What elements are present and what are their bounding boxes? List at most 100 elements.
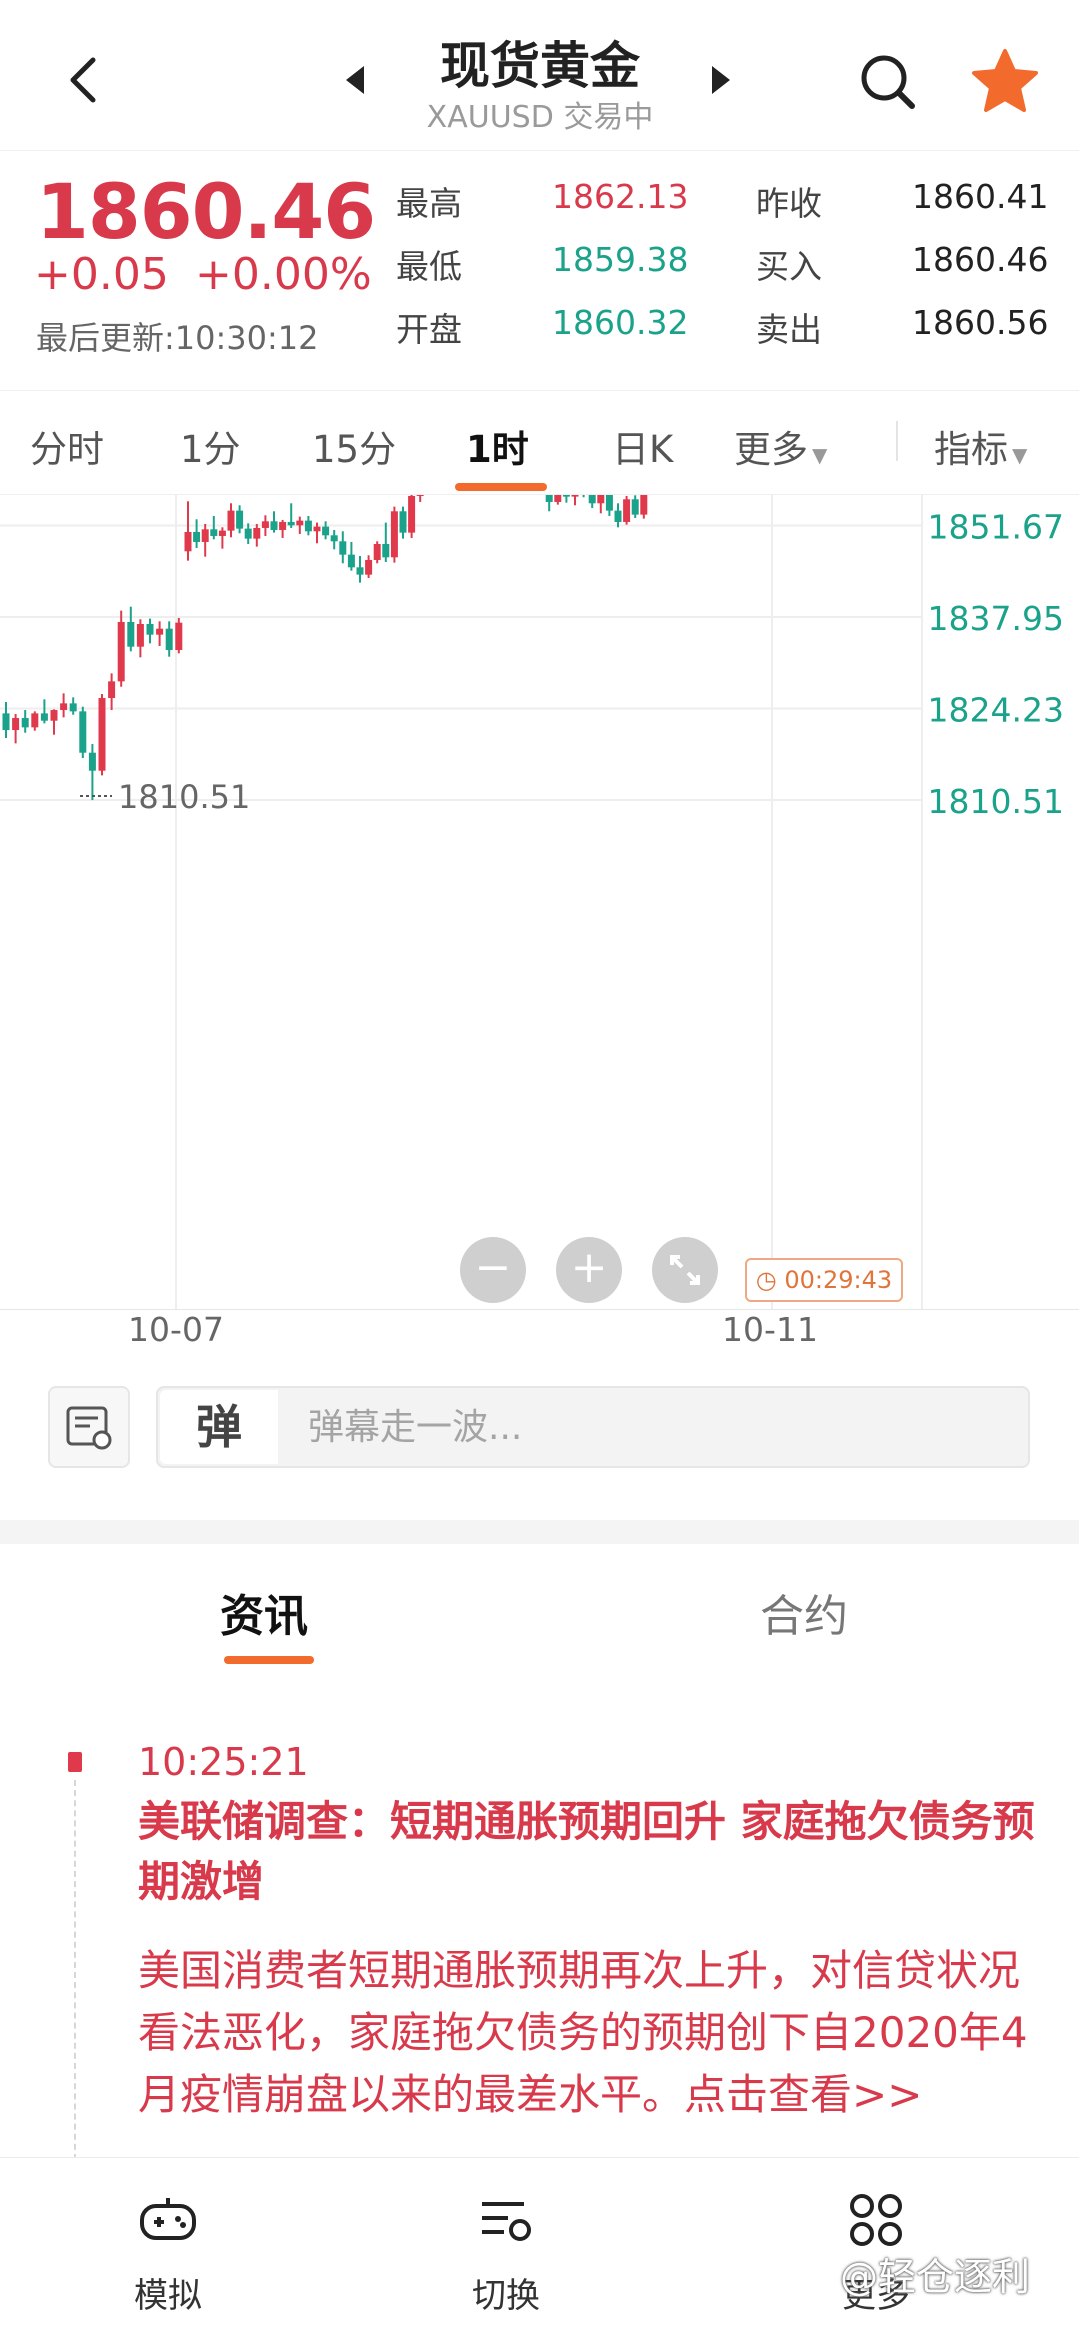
header-bar: 现货黄金 XAUUSD 交易中 (0, 0, 1079, 150)
period-tabs: 分时 1分 15分 1时 日K 更多 ▼ 指标 ▼ (0, 390, 1079, 495)
candle (261, 515, 269, 536)
candle (40, 699, 48, 724)
candle (184, 501, 192, 561)
prev-instrument-button[interactable] (340, 62, 370, 98)
candle (21, 710, 29, 733)
candlestick-chart[interactable]: 1865.391851.671837.951824.231810.511860.… (0, 495, 1079, 1310)
favorite-button[interactable] (970, 46, 1040, 116)
candle (201, 523, 209, 557)
candle (98, 694, 106, 776)
prev-close-value: 1860.41 (912, 177, 1049, 216)
candle (322, 521, 330, 540)
search-icon (861, 55, 915, 109)
tab-daily[interactable]: 日K (612, 419, 673, 473)
tab-contract[interactable]: 合约 (760, 1580, 848, 1644)
tab-news[interactable]: 资讯 (220, 1580, 308, 1644)
caret-down-icon: ▼ (1012, 443, 1028, 467)
x-tick-label: 10-11 (722, 1310, 818, 1349)
high-label: 最高 (396, 184, 462, 223)
y-axis-labels: 1865.391851.671837.951824.231810.511860.… (80, 508, 1064, 821)
y-tick-label: 1824.23 (928, 691, 1064, 730)
candle (210, 515, 218, 540)
search-button[interactable] (856, 50, 920, 114)
price-change: +0.05 (34, 249, 169, 300)
tab-more[interactable]: 更多 ▼ (734, 419, 827, 473)
candle (136, 619, 144, 658)
candles-group (2, 495, 648, 801)
next-instrument-button[interactable] (706, 62, 736, 98)
news-time: 10:25:21 (138, 1740, 309, 1784)
candle (156, 621, 164, 647)
news-body[interactable]: 美国消费者短期通胀预期再次上升，对信贷状况看法恶化，家庭拖欠债务的预期创下自20… (138, 1940, 1058, 2172)
danmaku-settings-button[interactable] (48, 1386, 130, 1468)
danmaku-icon[interactable]: 弹 (160, 1390, 278, 1464)
candle (60, 693, 68, 718)
candle (2, 702, 10, 739)
candle (79, 706, 87, 759)
candle (127, 606, 135, 652)
candle (253, 523, 261, 547)
candle (175, 618, 183, 654)
switch-icon (482, 2202, 531, 2241)
candle (279, 519, 287, 538)
candle (227, 503, 235, 538)
candle (12, 714, 20, 744)
y-tick-label: 1810.51 (928, 782, 1064, 821)
candle (554, 495, 562, 505)
star-icon (972, 49, 1038, 112)
candle (31, 711, 39, 731)
candle (365, 555, 373, 578)
ask-value: 1860.56 (912, 303, 1049, 342)
candle (270, 511, 278, 533)
danmaku-bar: 弹 (156, 1386, 1030, 1468)
candle (623, 495, 631, 525)
news-title[interactable]: 美联储调查：短期通胀预期回升 家庭拖欠债务预期激增 (138, 1792, 1038, 1912)
nav-simulate[interactable]: 模拟 (88, 2188, 248, 2317)
tab-intraday[interactable]: 分时 (30, 419, 104, 473)
plus-icon: + (570, 1242, 608, 1293)
nav-switch[interactable]: 切换 (426, 2188, 586, 2317)
nav-simulate-label: 模拟 (134, 2276, 202, 2316)
bid-value: 1860.46 (912, 240, 1049, 279)
zoom-in-button[interactable]: + (556, 1237, 622, 1303)
fullscreen-button[interactable] (652, 1237, 718, 1303)
tab-1min[interactable]: 1分 (180, 419, 241, 473)
clock-icon: ◷ (755, 1266, 777, 1294)
candle (562, 495, 570, 503)
chart-grid (0, 495, 1079, 1310)
tab-15min[interactable]: 15分 (312, 419, 396, 473)
tab-1hour[interactable]: 1时 (466, 419, 529, 473)
back-button[interactable] (55, 50, 115, 110)
minus-icon: − (474, 1242, 512, 1293)
low-value: 1859.38 (552, 240, 689, 279)
candle (640, 495, 648, 519)
zoom-out-button[interactable]: − (460, 1237, 526, 1303)
candle (165, 621, 173, 657)
chart-canvas: 1865.391851.671837.951824.231810.511860.… (0, 495, 1079, 1310)
candle (582, 495, 585, 498)
expand-icon (670, 1255, 700, 1285)
instrument-status: XAUUSD 交易中 (426, 100, 654, 135)
candle (339, 531, 347, 564)
candle (347, 541, 355, 571)
candle (545, 495, 553, 512)
candle (356, 555, 364, 583)
quote-panel: 1860.46 +0.05 +0.00% 最后更新:10:30:12 最高 18… (0, 150, 1079, 390)
bid-label: 买入 (756, 247, 822, 286)
candle (287, 503, 295, 528)
page-title: 现货黄金 (440, 37, 640, 95)
candle (69, 697, 77, 715)
candle (588, 495, 596, 508)
chevron-left-icon (70, 57, 96, 103)
danmaku-input[interactable] (308, 1388, 1008, 1466)
tab-indicators[interactable]: 指标 ▼ (934, 419, 1027, 473)
candle-countdown-badge: ◷ 00:29:43 (745, 1258, 903, 1302)
candle (597, 495, 605, 514)
gamepad-icon (140, 2198, 196, 2240)
tab-more-label: 更多 (734, 428, 808, 471)
candle (236, 505, 244, 534)
x-tick-label: 10-07 (128, 1310, 224, 1349)
candle (631, 495, 639, 518)
tab-indicators-label: 指标 (934, 428, 1008, 471)
open-value: 1860.32 (552, 303, 689, 342)
